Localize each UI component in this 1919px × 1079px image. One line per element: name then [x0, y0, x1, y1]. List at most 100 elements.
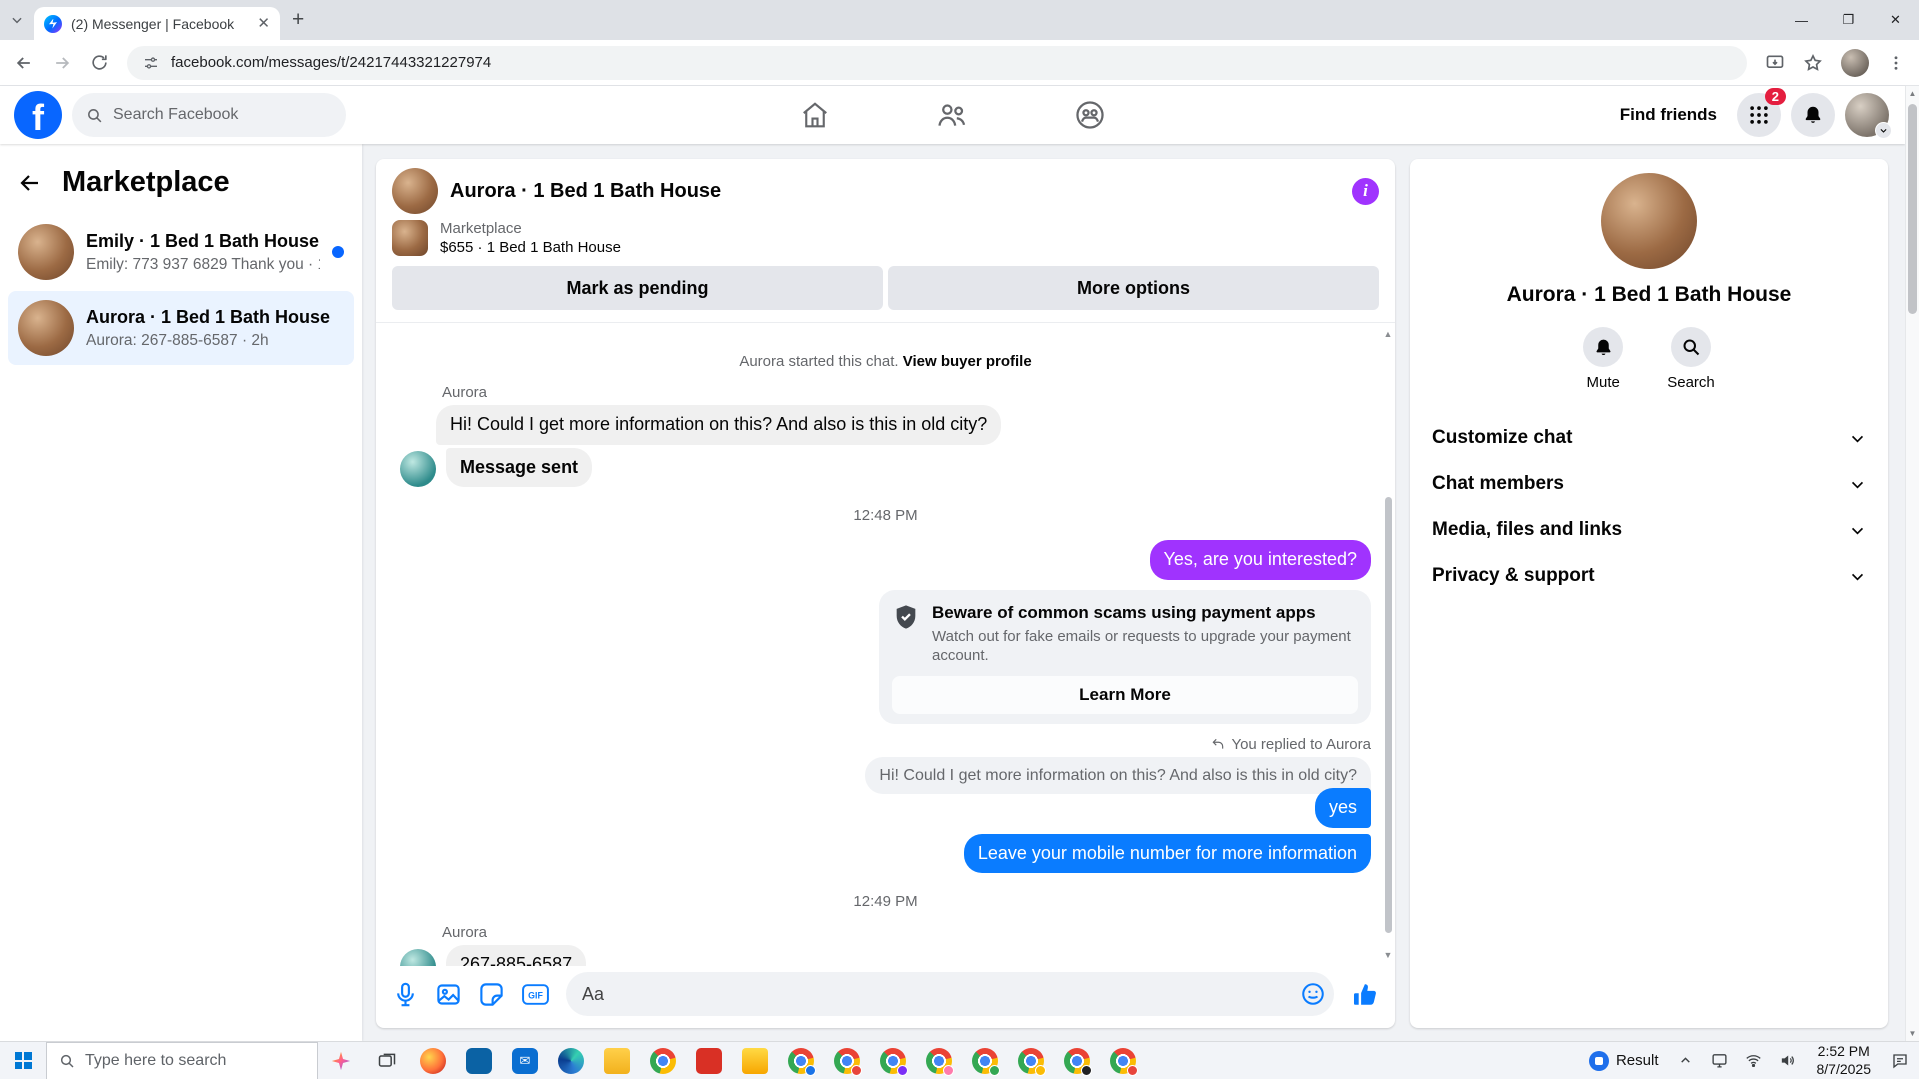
browser-menu-icon[interactable]	[1887, 54, 1905, 72]
browser-profile-avatar[interactable]	[1841, 48, 1869, 77]
tray-result-app[interactable]: Result	[1581, 1042, 1667, 1079]
message-input[interactable]	[582, 983, 1300, 1005]
site-settings-icon[interactable]	[143, 55, 159, 71]
window-minimize-button[interactable]: —	[1778, 0, 1825, 40]
scrollbar-thumb[interactable]	[1385, 497, 1392, 933]
taskbar-app-icon[interactable]	[410, 1042, 456, 1079]
thumbs-up-icon[interactable]	[1350, 980, 1379, 1009]
scroll-up-icon[interactable]: ▲	[1383, 329, 1393, 339]
scam-title: Beware of common scams using payment app…	[932, 602, 1316, 622]
mark-as-pending-button[interactable]: Mark as pending	[392, 266, 883, 310]
scroll-down-icon[interactable]: ▼	[1906, 1029, 1919, 1038]
scroll-down-icon[interactable]: ▼	[1383, 950, 1393, 960]
search-conversation-button[interactable]: Search	[1667, 327, 1715, 391]
friends-nav-icon[interactable]	[936, 99, 968, 131]
search-input[interactable]	[113, 106, 332, 124]
facebook-search[interactable]	[72, 93, 346, 137]
taskbar-app-icon[interactable]	[962, 1042, 1008, 1079]
copilot-icon[interactable]	[318, 1042, 364, 1079]
facebook-logo[interactable]: f	[14, 91, 62, 139]
taskbar-app-icon[interactable]	[1008, 1042, 1054, 1079]
view-buyer-profile-link[interactable]: View buyer profile	[903, 353, 1032, 370]
section-media-files-links[interactable]: Media, files and links	[1422, 507, 1876, 553]
chevron-down-icon	[1849, 430, 1866, 447]
find-friends-link[interactable]: Find friends	[1620, 105, 1717, 125]
received-message[interactable]: 267-885-6587	[446, 945, 587, 966]
attach-image-icon[interactable]	[435, 981, 462, 1008]
taskbar-app-icon[interactable]	[1100, 1042, 1146, 1079]
tray-monitor-icon[interactable]	[1705, 1042, 1735, 1079]
tab-search-icon[interactable]	[10, 13, 24, 27]
sticker-icon[interactable]	[478, 981, 505, 1008]
received-message[interactable]: Hi! Could I get more information on this…	[436, 405, 1002, 445]
sent-message[interactable]: yes	[1314, 787, 1371, 828]
communities-nav-icon[interactable]	[1074, 99, 1106, 131]
profile-avatar[interactable]	[1845, 93, 1892, 139]
apps-menu-button[interactable]: 2	[1737, 88, 1786, 137]
bookmark-star-icon[interactable]	[1803, 53, 1823, 73]
conversation-info-button[interactable]: i	[1352, 177, 1379, 205]
mute-button[interactable]: Mute	[1583, 327, 1624, 391]
task-view-icon[interactable]	[364, 1042, 410, 1079]
tray-show-hidden-icons[interactable]	[1671, 1042, 1701, 1079]
home-nav-icon[interactable]	[800, 100, 830, 130]
message-scrollbar[interactable]: ▲ ▼	[1383, 329, 1393, 960]
unread-dot	[332, 246, 344, 258]
install-app-icon[interactable]	[1765, 53, 1785, 73]
taskbar-search-input[interactable]	[85, 1051, 305, 1070]
back-arrow-icon[interactable]	[18, 171, 42, 195]
taskbar-app-icon[interactable]	[686, 1042, 732, 1079]
tab-title: (2) Messenger | Facebook	[71, 15, 235, 32]
conversation-item-emily[interactable]: Emily · 1 Bed 1 Bath House Emily: 773 93…	[8, 215, 354, 289]
taskbar-search[interactable]	[46, 1041, 318, 1079]
taskbar-app-icon[interactable]	[732, 1042, 778, 1079]
conversation-item-aurora[interactable]: Aurora · 1 Bed 1 Bath House Aurora: 267-…	[8, 291, 354, 365]
taskbar-app-icon[interactable]	[870, 1042, 916, 1079]
section-customize-chat[interactable]: Customize chat	[1422, 415, 1876, 461]
section-chat-members[interactable]: Chat members	[1422, 461, 1876, 507]
window-close-button[interactable]: ✕	[1872, 0, 1919, 40]
taskbar-app-icon[interactable]	[594, 1042, 640, 1079]
taskbar-app-icon[interactable]	[1054, 1042, 1100, 1079]
gif-icon[interactable]: GIF	[521, 981, 550, 1008]
page-scrollbar[interactable]: ▲ ▼	[1905, 86, 1919, 1041]
messenger-favicon-icon	[44, 14, 62, 33]
start-button[interactable]	[0, 1042, 46, 1079]
notification-center-icon[interactable]	[1885, 1042, 1915, 1079]
tray-clock[interactable]: 2:52 PM 8/7/2025	[1807, 1043, 1882, 1078]
chat-avatar[interactable]	[392, 168, 438, 214]
tab-close-icon[interactable]: ✕	[257, 16, 270, 31]
back-button[interactable]	[14, 53, 34, 73]
taskbar-app-icon[interactable]	[916, 1042, 962, 1079]
sent-message[interactable]: Yes, are you interested?	[1149, 540, 1371, 580]
taskbar-app-icon[interactable]	[824, 1042, 870, 1079]
shield-icon	[892, 603, 920, 631]
forward-button[interactable]	[52, 53, 72, 73]
tray-volume-icon[interactable]	[1773, 1042, 1803, 1079]
voice-clip-icon[interactable]	[392, 981, 419, 1008]
listing-thumbnail[interactable]	[392, 220, 428, 256]
taskbar-app-icon[interactable]	[778, 1042, 824, 1079]
section-privacy-support[interactable]: Privacy & support	[1422, 553, 1876, 599]
taskbar-app-icon[interactable]	[548, 1042, 594, 1079]
emoji-icon[interactable]	[1300, 981, 1326, 1007]
more-options-button[interactable]: More options	[888, 266, 1379, 310]
search-icon	[60, 1054, 74, 1068]
tray-network-icon[interactable]	[1739, 1042, 1769, 1079]
learn-more-button[interactable]: Learn More	[892, 675, 1358, 714]
scrollbar-thumb[interactable]	[1908, 104, 1917, 314]
taskbar-app-icon[interactable]	[640, 1042, 686, 1079]
notifications-button[interactable]	[1791, 93, 1835, 137]
refresh-button[interactable]	[90, 53, 109, 72]
window-maximize-button[interactable]: ❐	[1825, 0, 1872, 40]
taskbar-app-icon[interactable]	[456, 1042, 502, 1079]
browser-tab[interactable]: (2) Messenger | Facebook ✕	[34, 7, 280, 40]
new-tab-button[interactable]: +	[292, 9, 304, 30]
received-message[interactable]: Message sent	[446, 447, 593, 488]
scroll-up-icon[interactable]: ▲	[1906, 89, 1919, 98]
taskbar-app-icon[interactable]: ✉	[502, 1042, 548, 1079]
message-input-wrap[interactable]	[566, 972, 1334, 1016]
url-field[interactable]: facebook.com/messages/t/2421744332122797…	[127, 45, 1747, 80]
sent-message[interactable]: Leave your mobile number for more inform…	[963, 833, 1371, 874]
listing-detail: $655 · 1 Bed 1 Bath House	[440, 239, 621, 256]
